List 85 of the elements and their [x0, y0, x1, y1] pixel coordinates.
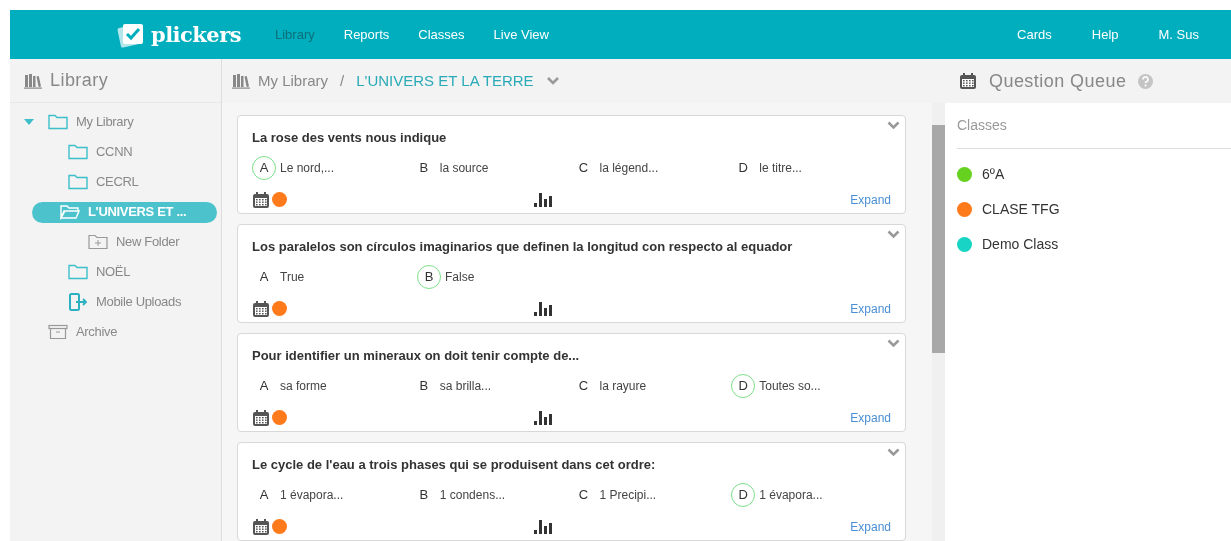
- answer-letter: B: [418, 485, 430, 504]
- logo-text: plickers: [150, 20, 241, 49]
- sidebar-title: Library: [50, 69, 109, 92]
- answer-letter: C: [577, 158, 590, 177]
- class-name[interactable]: 6ºA: [982, 164, 1005, 185]
- tree-item[interactable]: Mobile Uploads: [60, 291, 194, 313]
- breadcrumb-separator: /: [340, 70, 345, 91]
- answer-text: le titre...: [759, 159, 802, 177]
- answer-text: 1 Precipi...: [599, 486, 657, 504]
- question-text: Los paralelos son círculos imaginarios que definen la longitud con respecto al equador: [252, 238, 794, 256]
- books-icon: [24, 72, 42, 89]
- chevron-down-icon[interactable]: [887, 121, 900, 130]
- class-name[interactable]: Demo Class: [982, 234, 1059, 255]
- class-name[interactable]: CLASE TFG: [982, 199, 1060, 220]
- nav-link[interactable]: Help: [1091, 24, 1119, 45]
- expand-link[interactable]: Expand: [850, 190, 891, 209]
- nav-link[interactable]: M. Sus: [1158, 24, 1199, 45]
- answer-letter: A: [258, 376, 270, 395]
- question-card[interactable]: Le cycle de l'eau a trois phases qui se produisent dans cet ordre: A 1 évapora... B 1 condens... C 1 Precipi... D 1 évapora... Expand: [237, 442, 906, 541]
- books-icon: [232, 73, 250, 89]
- question-card[interactable]: Pour identifier un mineraux on doit tenir compte de... A sa forme B sa brilla... C la rayure D Toutes so... Expand: [237, 333, 906, 432]
- answer-text: Toutes so...: [759, 377, 821, 395]
- archive-icon: [48, 324, 68, 340]
- answer-letter: C: [577, 485, 590, 504]
- answer-text: 1 condens...: [439, 486, 506, 504]
- expand-link[interactable]: Expand: [850, 408, 891, 427]
- answer-text: False: [445, 268, 475, 286]
- calendar-icon[interactable]: [252, 517, 270, 536]
- folder-icon: [68, 144, 88, 160]
- breadcrumb-current: L'UNIVERS ET LA TERRE: [356, 70, 534, 91]
- tree-item[interactable]: CCNN: [60, 141, 145, 163]
- panel-title: Question Queue: [989, 69, 1127, 93]
- calendar-icon[interactable]: [252, 408, 270, 427]
- answer-letter: D: [737, 158, 749, 177]
- tree-item[interactable]: L'UNIVERS ET ...: [32, 201, 217, 223]
- chevron-down-icon[interactable]: [887, 230, 900, 239]
- new-folder-icon: [88, 234, 108, 250]
- answer-letter: B: [418, 376, 430, 395]
- answer-letter: B: [418, 158, 430, 177]
- folder-icon: [48, 114, 68, 130]
- folder-icon: [68, 174, 88, 190]
- question-card[interactable]: Los paralelos son círculos imaginarios que definen la longitud con respecto al equador A True B False Expand: [237, 224, 906, 323]
- question-text: Pour identifier un mineraux on doit tenir compte de...: [252, 347, 581, 365]
- answer-letter: A: [258, 267, 270, 286]
- answer-text: True: [280, 268, 305, 286]
- bar-chart-icon[interactable]: [534, 192, 552, 207]
- tree-item[interactable]: CECRL: [60, 171, 151, 193]
- bar-chart-icon[interactable]: [534, 410, 552, 425]
- breadcrumb-link[interactable]: My Library: [258, 69, 328, 93]
- answer-text: 1 évapora...: [280, 486, 344, 504]
- nav-link[interactable]: Cards: [1017, 24, 1052, 45]
- bar-chart-icon[interactable]: [534, 519, 552, 534]
- calendar-icon[interactable]: [252, 190, 270, 209]
- answer-text: 1 évapora...: [759, 486, 823, 504]
- answer-text: la source: [439, 159, 489, 177]
- mobile-upload-icon: [68, 293, 88, 311]
- bar-chart-icon[interactable]: [534, 301, 552, 316]
- calendar-icon[interactable]: [252, 299, 270, 318]
- answer-text: sa brilla...: [439, 377, 492, 395]
- tree-item[interactable]: New Folder: [80, 231, 192, 253]
- answer-text: sa forme: [280, 377, 327, 395]
- question-text: La rose des vents nous indique: [252, 129, 448, 147]
- nav-link[interactable]: Live View: [493, 24, 549, 45]
- question-text: Le cycle de l'eau a trois phases qui se produisent dans cet ordre:: [252, 456, 657, 474]
- tree-item[interactable]: NOËL: [60, 261, 143, 283]
- answer-letter: C: [577, 376, 590, 395]
- chevron-down-icon[interactable]: [887, 448, 900, 457]
- folder-icon: [60, 204, 80, 220]
- tree-item[interactable]: Archive: [40, 321, 130, 343]
- nav-link[interactable]: Classes: [418, 24, 465, 45]
- answer-letter: A: [258, 485, 270, 504]
- answer-text: la légend...: [599, 159, 659, 177]
- expand-link[interactable]: Expand: [850, 299, 891, 318]
- expand-link[interactable]: Expand: [850, 517, 891, 536]
- folder-icon: [68, 264, 88, 280]
- tree-item[interactable]: My Library: [40, 111, 146, 133]
- answer-text: Le nord,...: [280, 159, 335, 177]
- chevron-down-icon[interactable]: [545, 76, 560, 86]
- chevron-down-icon[interactable]: [887, 339, 900, 348]
- nav-link[interactable]: Reports: [343, 24, 390, 45]
- calendar-icon[interactable]: [959, 72, 977, 90]
- nav-link[interactable]: Library: [275, 24, 315, 45]
- question-card[interactable]: La rose des vents nous indique A Le nord,... B la source C la légend... D le titre... Expand: [237, 115, 906, 214]
- section-heading: Classes: [957, 103, 1231, 149]
- answer-text: la rayure: [599, 377, 647, 395]
